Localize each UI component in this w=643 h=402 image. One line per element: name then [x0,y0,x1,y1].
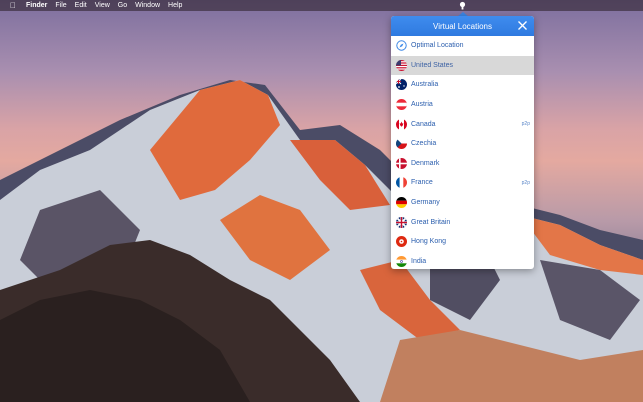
flag-de-icon [396,197,407,209]
location-item-czechia[interactable]: Czechia [391,134,534,154]
location-label: Czechia [411,140,437,148]
location-label: Austria [411,101,433,109]
menu-edit[interactable]: Edit [75,2,87,9]
location-item-france[interactable]: France p2p [391,173,534,193]
menu-finder[interactable]: Finder [26,2,47,9]
close-button[interactable] [517,20,528,31]
location-label: Great Britain [411,218,451,226]
location-label: Australia [411,81,439,89]
flag-at-icon [396,99,407,111]
location-label: Canada [411,120,436,128]
flag-dk-icon [396,157,407,169]
flag-us-icon [396,59,407,71]
compass-icon [396,40,407,51]
flag-cz-icon [396,138,407,150]
flag-hk-icon [396,236,407,248]
p2p-badge: p2p [521,179,530,186]
vpn-status-icon[interactable] [458,1,467,10]
location-item-denmark[interactable]: Denmark [391,154,534,174]
apple-icon[interactable]:  [6,1,20,10]
location-item-canada[interactable]: Canada p2p [391,114,534,134]
location-item-hong-kong[interactable]: Hong Kong [391,232,534,252]
location-item-australia[interactable]: Australia [391,75,534,95]
location-label: Germany [411,199,440,207]
flag-in-icon [396,255,407,267]
flag-au-icon [396,79,407,91]
location-item-united-states[interactable]: United States [391,55,534,76]
close-icon [518,21,527,30]
location-label: United States [411,61,454,69]
location-item-great-britain[interactable]: Great Britain [391,212,534,232]
location-label: France [411,179,433,187]
desktop-wallpaper [0,0,643,402]
location-label: Denmark [411,159,440,167]
location-item-germany[interactable]: Germany [391,193,534,213]
location-label: Hong Kong [411,238,447,246]
menu-file[interactable]: File [55,2,66,9]
location-list: Optimal Location United States Australia [391,36,534,269]
location-item-optimal[interactable]: Optimal Location [391,36,534,56]
menu-window[interactable]: Window [135,2,160,9]
flag-ca-icon [396,118,407,130]
flag-gb-icon [396,216,407,228]
flag-fr-icon [396,177,407,189]
location-item-india[interactable]: India [391,252,534,269]
menu-go[interactable]: Go [118,2,127,9]
p2p-badge: p2p [521,121,530,128]
panel-header: Virtual Locations [391,16,534,36]
virtual-locations-panel: Virtual Locations Optimal Location Unite… [391,16,534,269]
location-label: India [411,257,427,265]
location-item-austria[interactable]: Austria [391,95,534,115]
location-label: Optimal Location [411,42,464,50]
menu-help[interactable]: Help [168,2,182,9]
menu-bar:  Finder File Edit View Go Window Help [0,0,643,11]
menu-view[interactable]: View [95,2,110,9]
panel-title: Virtual Locations [433,21,492,31]
